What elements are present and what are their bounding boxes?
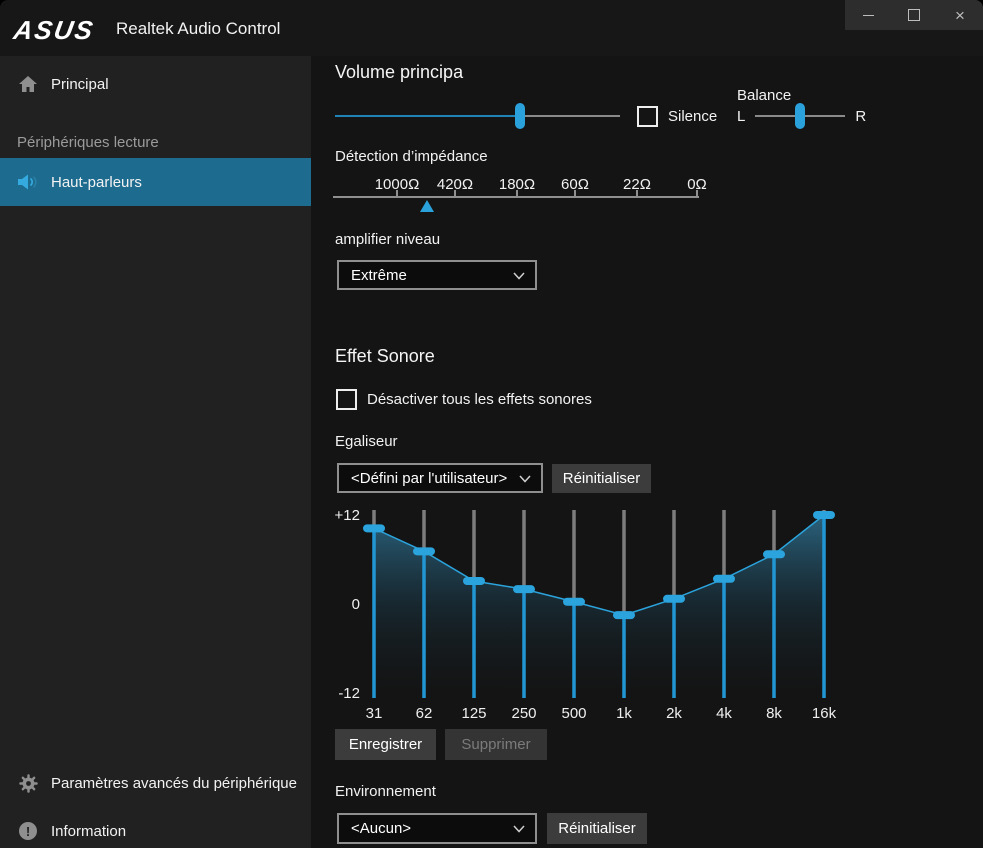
sidebar-item-speakers[interactable]: Haut-parleurs xyxy=(0,158,311,206)
chevron-down-icon xyxy=(513,267,525,284)
impedance-scale-tick xyxy=(454,190,456,196)
eq-frequency-label: 4k xyxy=(716,705,732,722)
volume-slider-fill xyxy=(335,115,520,117)
eq-frequency-label: 2k xyxy=(666,705,682,722)
eq-band-handle[interactable] xyxy=(763,550,785,558)
app-window: ASUS Realtek Audio Control × Principal P… xyxy=(0,0,983,848)
environment-label: Environnement xyxy=(335,783,436,800)
silence-checkbox[interactable] xyxy=(637,106,658,127)
titlebar: ASUS Realtek Audio Control × xyxy=(0,0,983,56)
eq-band-handle[interactable] xyxy=(663,595,685,603)
eq-band-handle[interactable] xyxy=(713,575,735,583)
asus-logo: ASUS xyxy=(11,15,97,46)
equalizer-preset-value: <Défini par l'utilisateur> xyxy=(351,470,507,487)
eq-frequency-label: 125 xyxy=(461,705,486,722)
close-button[interactable]: × xyxy=(937,0,983,30)
environment-reset-button[interactable]: Réinitialiser xyxy=(547,813,647,844)
sidebar-item-label: Haut-parleurs xyxy=(51,174,142,191)
balance-label: Balance xyxy=(737,87,791,104)
chevron-down-icon xyxy=(513,820,525,837)
environment-value: <Aucun> xyxy=(351,820,411,837)
impedance-scale-tick xyxy=(636,190,638,196)
eq-band-handle[interactable] xyxy=(813,511,835,519)
silence-checkbox-row[interactable]: Silence xyxy=(637,106,717,127)
amplifier-level-select[interactable]: Extrême xyxy=(337,260,537,290)
speaker-icon xyxy=(17,174,39,190)
eq-area-fill xyxy=(374,515,824,698)
sidebar-item-principal[interactable]: Principal xyxy=(0,66,311,102)
amplifier-level-label: amplifier niveau xyxy=(335,231,440,248)
maximize-button[interactable] xyxy=(891,0,937,30)
sidebar: Principal Périphériques lecture Haut-par… xyxy=(0,56,311,848)
volume-slider[interactable] xyxy=(335,103,620,129)
main-panel: Volume principa Silence Balance L R Déte… xyxy=(311,56,983,848)
impedance-scale-tick xyxy=(574,190,576,196)
balance-control: L R xyxy=(737,103,866,129)
window-controls: × xyxy=(845,0,983,30)
volume-slider-handle[interactable] xyxy=(515,103,525,129)
impedance-scale-tick xyxy=(396,190,398,196)
info-icon: ! xyxy=(17,822,39,840)
eq-frequency-label: 500 xyxy=(561,705,586,722)
eq-band-handle[interactable] xyxy=(463,577,485,585)
close-icon: × xyxy=(955,7,965,24)
equalizer-delete-button: Supprimer xyxy=(445,729,547,760)
minimize-button[interactable] xyxy=(845,0,891,30)
equalizer-save-button[interactable]: Enregistrer xyxy=(335,729,436,760)
home-icon xyxy=(17,75,39,93)
balance-left-label: L xyxy=(737,108,745,125)
impedance-scale-tick xyxy=(516,190,518,196)
equalizer-chart[interactable]: 31 62 125 250 500 1k 2k 4k 8k 16k +12 0 -12 xyxy=(330,502,850,724)
impedance-scale: 1000Ω420Ω180Ω60Ω22Ω0Ω xyxy=(333,176,713,222)
eq-frequency-label: 31 xyxy=(366,705,383,722)
maximize-icon xyxy=(908,9,920,21)
disable-effects-checkbox-row[interactable]: Désactiver tous les effets sonores xyxy=(336,389,592,410)
silence-label: Silence xyxy=(668,108,717,125)
chevron-down-icon xyxy=(519,470,531,487)
environment-select[interactable]: <Aucun> xyxy=(337,813,537,844)
equalizer-preset-select[interactable]: <Défini par l'utilisateur> xyxy=(337,463,543,493)
disable-effects-checkbox[interactable] xyxy=(336,389,357,410)
sound-effect-heading: Effet Sonore xyxy=(335,346,435,367)
amplifier-level-value: Extrême xyxy=(351,267,407,284)
sidebar-item-label: Paramètres avancés du périphérique xyxy=(51,775,297,792)
disable-effects-label: Désactiver tous les effets sonores xyxy=(367,391,592,408)
equalizer-reset-button[interactable]: Réinitialiser xyxy=(552,464,651,493)
app-title: Realtek Audio Control xyxy=(116,19,280,39)
sidebar-item-label: Principal xyxy=(51,76,109,93)
eq-band-handle[interactable] xyxy=(413,547,435,555)
equalizer-label: Egaliseur xyxy=(335,433,398,450)
balance-slider[interactable] xyxy=(755,103,845,129)
minimize-icon xyxy=(863,15,874,16)
sidebar-item-advanced-settings[interactable]: Paramètres avancés du périphérique xyxy=(0,767,311,799)
balance-slider-handle[interactable] xyxy=(795,103,805,129)
eq-band-handle[interactable] xyxy=(563,598,585,606)
volume-heading: Volume principa xyxy=(335,62,463,83)
eq-frequency-label: 1k xyxy=(616,705,632,722)
eq-band-handle[interactable] xyxy=(613,611,635,619)
eq-frequency-label: 250 xyxy=(511,705,536,722)
eq-y-tick-label: -12 xyxy=(338,685,360,702)
eq-frequency-label: 62 xyxy=(416,705,433,722)
eq-frequency-label: 16k xyxy=(812,705,837,722)
sidebar-section-label: Périphériques lecture xyxy=(17,134,159,151)
impedance-scale-line xyxy=(333,196,699,198)
eq-frequency-label: 8k xyxy=(766,705,782,722)
impedance-scale-tick xyxy=(696,190,698,196)
balance-right-label: R xyxy=(855,108,866,125)
triangle-up-marker xyxy=(420,200,434,212)
eq-band-handle[interactable] xyxy=(513,585,535,593)
sidebar-item-label: Information xyxy=(51,823,126,840)
gear-icon xyxy=(17,774,39,793)
sidebar-item-information[interactable]: ! Information xyxy=(0,815,311,847)
impedance-label: Détection d’impédance xyxy=(335,148,488,165)
eq-band-handle[interactable] xyxy=(363,524,385,532)
eq-y-tick-label: 0 xyxy=(352,596,360,613)
eq-y-tick-label: +12 xyxy=(335,507,360,524)
